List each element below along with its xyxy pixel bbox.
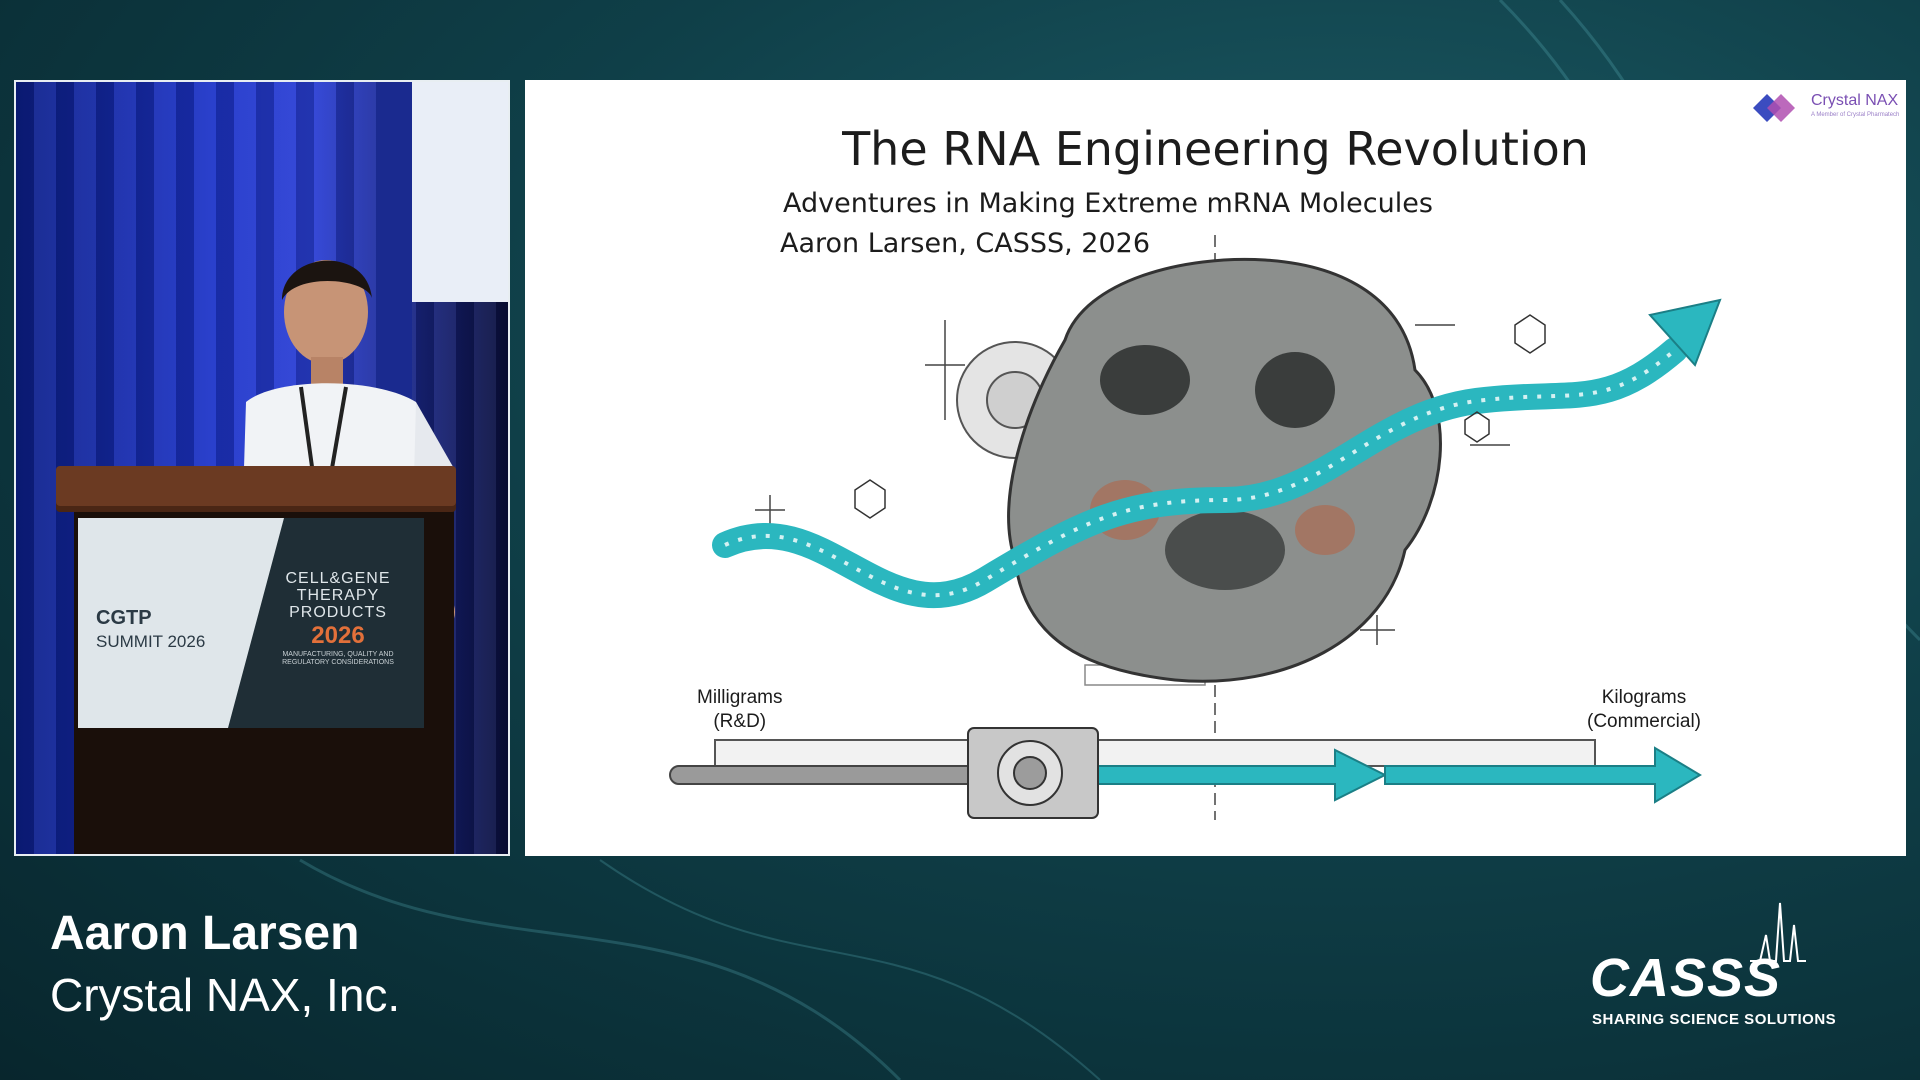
- casss-logo: CASSS SHARING SCIENCE SOLUTIONS: [1580, 895, 1880, 1035]
- crystal-nax-mark-icon: [1753, 94, 1795, 122]
- sign-small1: MANUFACTURING, QUALITY AND: [282, 651, 394, 658]
- sign-small2: REGULATORY CONSIDERATIONS: [282, 659, 394, 666]
- sign-line2: THERAPY: [296, 587, 380, 604]
- label-left-line2: (R&D): [713, 711, 767, 732]
- slide-title: The RNA Engineering Revolution: [842, 122, 1589, 176]
- sign-line1: CELL&GENE: [285, 570, 391, 587]
- scale-label-left: Milligrams (R&D): [697, 686, 783, 734]
- speaker-organization: Crystal NAX, Inc.: [50, 969, 401, 1021]
- speaker-name: Aaron Larsen: [50, 907, 360, 960]
- label-right-line2: (Commercial): [1587, 711, 1701, 732]
- label-right-line1: Kilograms: [1601, 687, 1687, 708]
- brand-name: Crystal NAX: [1811, 92, 1899, 109]
- label-left-line1: Milligrams: [697, 687, 783, 708]
- sign-cgtp-year: SUMMIT 2026: [96, 632, 206, 651]
- podium: CGTP SUMMIT 2026 CELL&GENE THERAPY PRODU…: [56, 466, 461, 854]
- brand-tagline: A Member of Crystal Pharmatech: [1811, 112, 1900, 118]
- presentation-slide: The RNA Engineering Revolution Adventure…: [525, 80, 1906, 856]
- casss-tagline: SHARING SCIENCE SOLUTIONS: [1592, 1011, 1837, 1028]
- sign-cgtp-logo: CGTP SUMMIT 2026: [96, 606, 256, 654]
- casss-wordmark: CASSS: [1590, 948, 1782, 1008]
- sign-year: 2026: [311, 622, 365, 649]
- protein-rock: [1007, 257, 1442, 683]
- speaker-video: CGTP SUMMIT 2026 CELL&GENE THERAPY PRODU…: [14, 80, 510, 856]
- sign-cgtp-products-logo: CELL&GENE THERAPY PRODUCTS 2026 MANUFACT…: [263, 570, 413, 667]
- crystal-nax-logo: Crystal NAX A Member of Crystal Pharmate…: [1747, 88, 1902, 128]
- scale-label-right: Kilograms (Commercial): [1587, 686, 1701, 734]
- slide-byline: Aaron Larsen, CASSS, 2026: [780, 228, 1150, 259]
- slide-subtitle: Adventures in Making Extreme mRNA Molecu…: [783, 188, 1433, 219]
- sign-line3: PRODUCTS: [289, 604, 387, 621]
- podium-top: [56, 466, 456, 506]
- scale-ruler: [714, 739, 1596, 767]
- podium-sign: CGTP SUMMIT 2026 CELL&GENE THERAPY PRODU…: [78, 518, 424, 728]
- sign-cgtp-title: CGTP: [96, 607, 152, 629]
